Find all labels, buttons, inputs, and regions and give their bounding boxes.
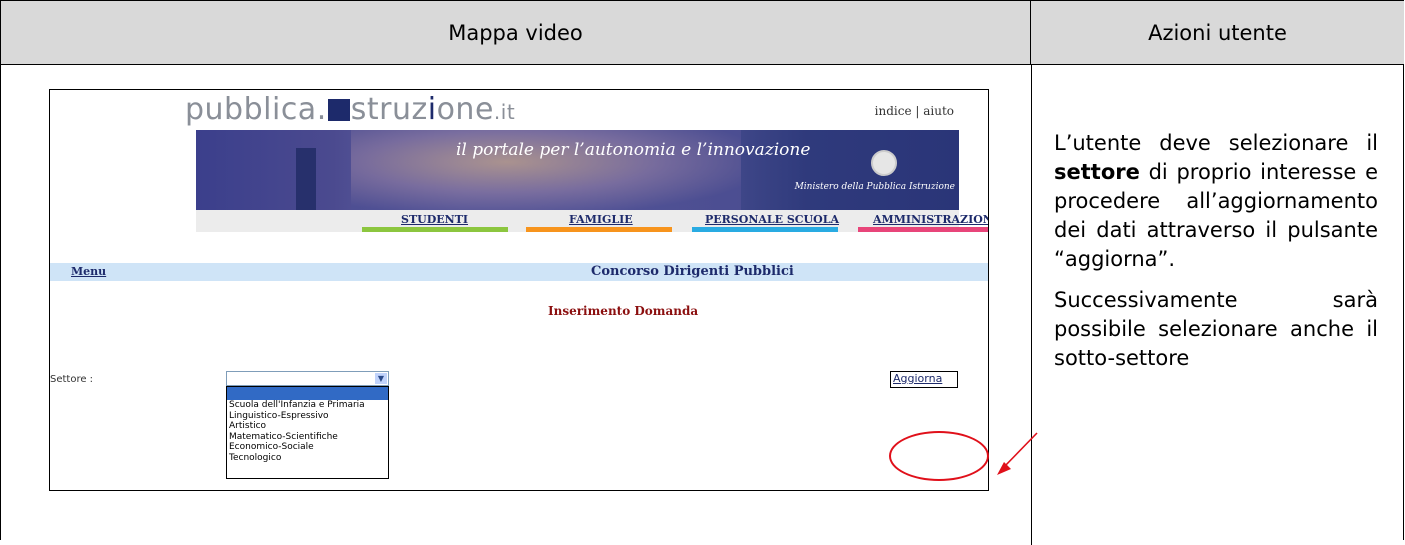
settore-label: Settore : xyxy=(50,374,94,385)
nav-studenti[interactable]: STUDENTI xyxy=(401,213,468,226)
logo-prefix: pubblica. xyxy=(185,92,327,127)
instruction-p1-pre: L’utente deve selezionare il xyxy=(1054,131,1378,155)
dropdown-option[interactable]: Scuola dell'Infanzia e Primaria xyxy=(227,400,388,411)
ministry-seal-icon xyxy=(871,150,897,176)
dropdown-option[interactable]: Tecnologico xyxy=(227,453,388,464)
site-banner: il portale per l’autonomia e l’innovazio… xyxy=(196,130,959,210)
dropdown-option[interactable]: Linguistico-Espressivo xyxy=(227,411,388,422)
nav-strip-personale xyxy=(692,227,838,232)
menu-link[interactable]: Menu xyxy=(71,265,106,278)
nav-strip-amministrazione xyxy=(858,227,988,232)
logo-end: one xyxy=(436,92,494,127)
ministry-name: Ministero della Pubblica Istruzione xyxy=(794,182,955,192)
highlight-circle xyxy=(889,431,989,481)
logo-mid: struz xyxy=(350,92,428,127)
settore-select[interactable]: ▼ xyxy=(226,371,389,386)
logo-i-block xyxy=(327,99,350,121)
header-mappa-video-label: Mappa video xyxy=(448,20,583,45)
site-nav: STUDENTI FAMIGLIE PERSONALE SCUOLA AMMIN… xyxy=(196,210,988,232)
chevron-down-icon[interactable]: ▼ xyxy=(375,373,387,384)
embedded-screenshot: pubblica. struzione.it indice | aiuto il … xyxy=(49,89,989,491)
header-mappa-video: Mappa video xyxy=(1,1,1031,65)
logo-tld: .it xyxy=(493,100,516,124)
banner-block xyxy=(296,148,316,210)
nav-famiglie[interactable]: FAMIGLIE xyxy=(569,213,633,226)
dropdown-option[interactable]: Economico-Sociale xyxy=(227,442,388,453)
nav-amministrazione[interactable]: AMMINISTRAZIONE xyxy=(873,213,988,226)
nav-strip-studenti xyxy=(362,227,508,232)
settore-dropdown[interactable]: Scuola dell'Infanzia e Primaria Linguist… xyxy=(226,386,389,479)
header-azioni-utente-label: Azioni utente xyxy=(1148,20,1287,45)
aggiorna-button[interactable]: Aggiorna xyxy=(890,371,958,388)
logo-o: i xyxy=(427,92,437,127)
nav-personale-scuola[interactable]: PERSONALE SCUOLA xyxy=(705,213,839,226)
annotation-arrow-icon xyxy=(997,432,1038,475)
document-table: Mappa video Azioni utente pubblica. struz… xyxy=(0,0,1404,545)
dropdown-selected-blank[interactable] xyxy=(227,387,388,400)
menu-bar: Menu Concorso Dirigenti Pubblici xyxy=(50,263,988,281)
header-azioni-utente: Azioni utente xyxy=(1031,1,1404,65)
dropdown-option[interactable]: Matematico-Scientifiche xyxy=(227,432,388,443)
banner-tagline: il portale per l’autonomia e l’innovazio… xyxy=(456,140,811,160)
nav-strip-famiglie xyxy=(526,227,672,232)
top-links[interactable]: indice | aiuto xyxy=(875,104,954,118)
instruction-paragraph-1: L’utente deve selezionare il settore di … xyxy=(1054,129,1378,274)
azioni-utente-text: L’utente deve selezionare il settore di … xyxy=(1054,129,1378,385)
instruction-paragraph-2: Successivamente sarà possibile seleziona… xyxy=(1054,288,1378,370)
page-title: Concorso Dirigenti Pubblici xyxy=(591,264,794,279)
section-subtitle: Inserimento Domanda xyxy=(548,304,699,318)
site-logo: pubblica. struzione.it xyxy=(185,92,515,127)
dropdown-option[interactable]: Artistico xyxy=(227,421,388,432)
instruction-p1-bold: settore xyxy=(1054,160,1140,184)
